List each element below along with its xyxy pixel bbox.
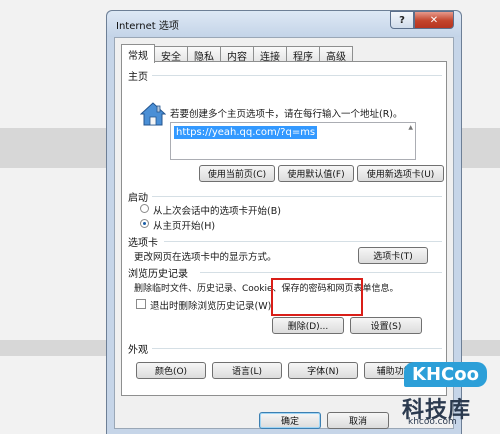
startup-last-session-radio[interactable]	[140, 204, 149, 213]
delete-on-exit-checkbox[interactable]	[136, 299, 146, 309]
delete-on-exit-label: 退出时删除浏览历史记录(W)	[150, 301, 272, 312]
tabs-settings-button[interactable]: 选项卡(T)	[358, 247, 428, 264]
homepage-url-text: https://yeah.qq.com/?q=ms	[174, 126, 318, 139]
window-title: Internet 选项	[116, 21, 179, 32]
close-button[interactable]: ✕	[414, 11, 454, 29]
startup-last-session-label: 从上次会话中的选项卡开始(B)	[153, 206, 281, 217]
close-icon: ✕	[429, 14, 439, 26]
homepage-instruction: 若要创建多个主页选项卡，请在每行输入一个地址(R)。	[170, 109, 403, 120]
homepage-url-field[interactable]: https://yeah.qq.com/?q=ms ▲	[170, 122, 416, 160]
section-divider	[164, 241, 442, 242]
use-default-button[interactable]: 使用默认值(F)	[278, 165, 354, 182]
startup-homepage-radio[interactable]	[140, 219, 149, 228]
section-divider	[200, 272, 442, 273]
section-divider	[152, 196, 442, 197]
home-icon	[140, 102, 166, 126]
title-bar: Internet 选项 ? ✕	[107, 11, 461, 37]
use-new-tab-button[interactable]: 使用新选项卡(U)	[357, 165, 444, 182]
logo-url: khcoo.com	[408, 417, 457, 427]
use-current-page-button[interactable]: 使用当前页(C)	[199, 165, 275, 182]
tab-strip: 常规 安全 隐私 内容 连接 程序 高级	[121, 44, 353, 63]
section-divider	[152, 348, 442, 349]
languages-button[interactable]: 语言(L)	[212, 362, 282, 379]
cancel-button[interactable]: 取消	[327, 412, 389, 429]
section-divider	[152, 75, 442, 76]
delete-button-highlight-box	[271, 278, 363, 316]
fonts-button[interactable]: 字体(N)	[288, 362, 358, 379]
scroll-up-icon[interactable]: ▲	[408, 124, 413, 131]
khcoo-watermark-logo: KHCoo 科技库 khcoo.com	[398, 360, 494, 430]
startup-homepage-label: 从主页开始(H)	[153, 221, 216, 232]
startup-section-label: 启动	[128, 193, 148, 204]
help-icon: ?	[399, 14, 405, 26]
delete-history-button[interactable]: 删除(D)...	[272, 317, 344, 334]
help-button[interactable]: ?	[390, 11, 414, 29]
colors-button[interactable]: 颜色(O)	[136, 362, 206, 379]
history-settings-button[interactable]: 设置(S)	[350, 317, 422, 334]
tabs-section-label: 选项卡	[128, 238, 158, 249]
tab-general[interactable]: 常规	[121, 44, 155, 63]
ok-button[interactable]: 确定	[259, 412, 321, 429]
appearance-section-label: 外观	[128, 345, 148, 356]
homepage-section-label: 主页	[128, 72, 148, 83]
tabs-description: 更改网页在选项卡中的显示方式。	[134, 252, 277, 263]
history-section-label: 浏览历史记录	[128, 269, 188, 280]
general-tab-panel: 主页 若要创建多个主页选项卡，请在每行输入一个地址(R)。 https://ye…	[121, 61, 447, 396]
logo-badge: KHCoo	[404, 362, 487, 387]
